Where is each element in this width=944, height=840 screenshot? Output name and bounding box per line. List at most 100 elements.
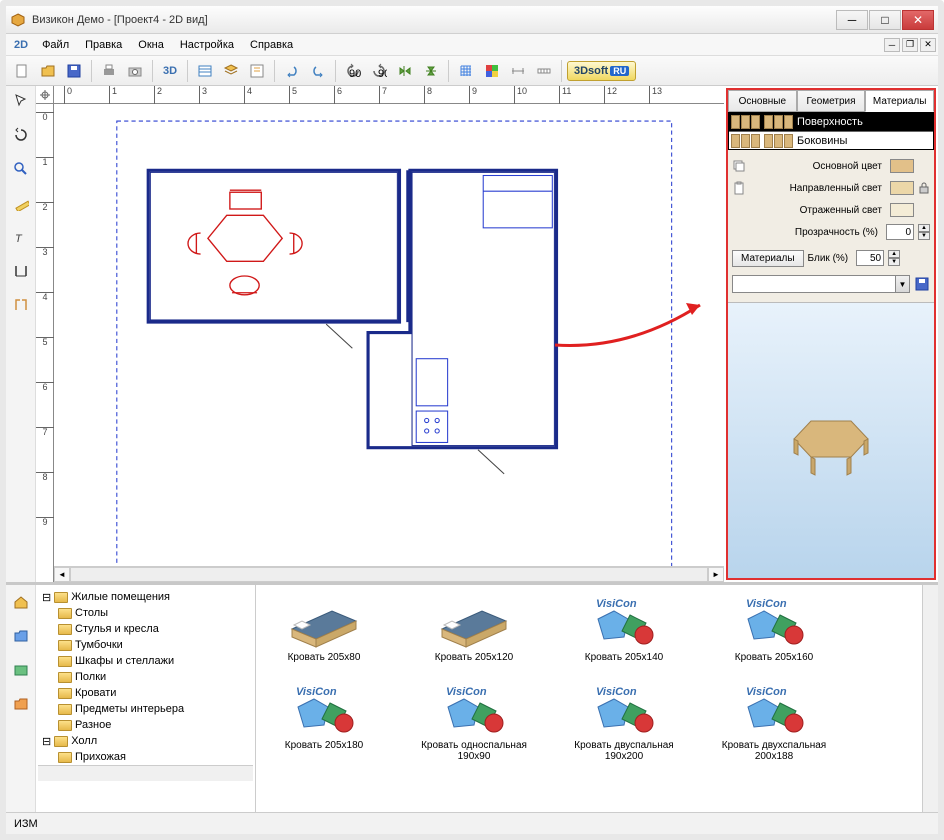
save-material-button[interactable] bbox=[914, 276, 930, 292]
drawing-canvas[interactable] bbox=[54, 104, 724, 582]
props-button[interactable] bbox=[245, 59, 269, 83]
svg-text:VisiCon: VisiCon bbox=[296, 686, 337, 698]
copy-icon[interactable] bbox=[732, 159, 746, 173]
ruler-vertical[interactable]: 0 1 2 3 4 5 6 7 8 9 bbox=[36, 104, 54, 582]
tab-main[interactable]: Основные bbox=[728, 90, 797, 112]
library-item[interactable]: Кровать 205x80 bbox=[264, 593, 384, 663]
dim-button[interactable] bbox=[506, 59, 530, 83]
material-combo[interactable]: ▼ bbox=[732, 275, 910, 293]
library-item[interactable]: VisiConКровать 205x180 bbox=[264, 681, 384, 762]
svg-text:VisiCon: VisiCon bbox=[746, 598, 787, 610]
paste-icon[interactable] bbox=[732, 181, 746, 195]
zoom-tool[interactable] bbox=[10, 158, 32, 180]
scrollbar-horizontal[interactable] bbox=[70, 567, 708, 582]
glare-input[interactable] bbox=[856, 250, 884, 266]
close-button[interactable]: ✕ bbox=[902, 10, 934, 30]
wall-tool[interactable] bbox=[10, 260, 32, 282]
dir-light-label: Направленный свет bbox=[750, 183, 886, 194]
ruler-origin-button[interactable] bbox=[36, 86, 54, 104]
measure-button[interactable] bbox=[532, 59, 556, 83]
library-item[interactable]: Кровать 205x120 bbox=[414, 593, 534, 663]
menu-windows[interactable]: Окна bbox=[130, 37, 172, 53]
tree-item[interactable]: Шкафы и стеллажи bbox=[38, 653, 253, 669]
menu-file[interactable]: Файл bbox=[34, 37, 77, 53]
tree-root[interactable]: ⊟ Жилые помещения bbox=[38, 589, 253, 605]
library-scrollbar[interactable] bbox=[922, 585, 938, 812]
tab-materials[interactable]: Материалы bbox=[865, 90, 934, 112]
library-item[interactable]: VisiConКровать односпальная 190x90 bbox=[414, 681, 534, 762]
tree-item[interactable]: Столы bbox=[38, 605, 253, 621]
refl-light-swatch[interactable] bbox=[890, 203, 914, 217]
menu-settings[interactable]: Настройка bbox=[172, 37, 242, 53]
tree-item[interactable]: Разное bbox=[38, 717, 253, 733]
scroll-left-button[interactable]: ◄ bbox=[54, 567, 70, 582]
main-color-swatch[interactable] bbox=[890, 159, 914, 173]
select-tool[interactable] bbox=[10, 90, 32, 112]
layers-button[interactable] bbox=[219, 59, 243, 83]
tree-item[interactable]: Тумбочки bbox=[38, 637, 253, 653]
lock-icon[interactable] bbox=[918, 182, 930, 194]
transparency-input[interactable] bbox=[886, 224, 914, 240]
maximize-button[interactable]: □ bbox=[869, 10, 901, 30]
svg-text:90: 90 bbox=[349, 68, 361, 79]
mirror-v-button[interactable] bbox=[419, 59, 443, 83]
titlebar: Визикон Демо - [Проект4 - 2D вид] ─ □ ✕ bbox=[6, 6, 938, 34]
table-button[interactable] bbox=[193, 59, 217, 83]
lib-home-button[interactable] bbox=[10, 591, 32, 613]
ruler-tool[interactable] bbox=[10, 192, 32, 214]
menu-help[interactable]: Справка bbox=[242, 37, 301, 53]
rotate-cw-button[interactable]: 90 bbox=[367, 59, 391, 83]
status-mode: ИЗМ bbox=[14, 818, 38, 830]
scroll-right-button[interactable]: ► bbox=[708, 567, 724, 582]
mdi-close-button[interactable]: ✕ bbox=[920, 38, 936, 52]
tree-root2[interactable]: ⊟ Холл bbox=[38, 733, 253, 749]
materials-button[interactable]: Материалы bbox=[732, 250, 804, 267]
tree-item[interactable]: Полки bbox=[38, 669, 253, 685]
library-item[interactable]: VisiConКровать 205x160 bbox=[714, 593, 834, 663]
color-button[interactable] bbox=[480, 59, 504, 83]
tree-item[interactable]: Предметы интерьера bbox=[38, 701, 253, 717]
dir-light-swatch[interactable] bbox=[890, 181, 914, 195]
3d-view-button[interactable]: 3D bbox=[158, 59, 182, 83]
library-item[interactable]: VisiConКровать двухспальная 200x188 bbox=[714, 681, 834, 762]
surface-item-sides[interactable]: Боковины bbox=[729, 131, 933, 149]
mirror-h-button[interactable] bbox=[393, 59, 417, 83]
camera-button[interactable] bbox=[123, 59, 147, 83]
mdi-minimize-button[interactable]: ─ bbox=[884, 38, 900, 52]
undo-button[interactable] bbox=[280, 59, 304, 83]
save-button[interactable] bbox=[62, 59, 86, 83]
print-button[interactable] bbox=[97, 59, 121, 83]
tree-item[interactable]: Кровати bbox=[38, 685, 253, 701]
text-tool[interactable]: T bbox=[10, 226, 32, 248]
lib-green-button[interactable] bbox=[10, 659, 32, 681]
grid-button[interactable] bbox=[454, 59, 478, 83]
open-button[interactable] bbox=[36, 59, 60, 83]
door-tool[interactable] bbox=[10, 294, 32, 316]
glare-spinner[interactable]: ▲▼ bbox=[888, 250, 900, 266]
mdi-restore-button[interactable]: ❐ bbox=[902, 38, 918, 52]
library-item[interactable]: VisiConКровать 205x140 bbox=[564, 593, 684, 663]
library-item[interactable]: VisiConКровать двуспальная 190x200 bbox=[564, 681, 684, 762]
svg-text:VisiCon: VisiCon bbox=[596, 686, 637, 698]
material-preview bbox=[728, 302, 934, 578]
ruler-horizontal[interactable]: 0 1 2 3 4 5 6 7 8 9 10 11 12 13 bbox=[54, 86, 724, 104]
svg-text:90: 90 bbox=[378, 68, 387, 79]
lib-orange-button[interactable] bbox=[10, 693, 32, 715]
tree-item[interactable]: Прихожая bbox=[38, 749, 253, 765]
transparency-spinner[interactable]: ▲▼ bbox=[918, 224, 930, 240]
surface-item-top[interactable]: Поверхность bbox=[729, 113, 933, 131]
main-color-label: Основной цвет bbox=[750, 161, 886, 172]
new-button[interactable] bbox=[10, 59, 34, 83]
svg-text:T: T bbox=[15, 233, 23, 245]
tab-geometry[interactable]: Геометрия bbox=[797, 90, 866, 112]
lib-folder-button[interactable] bbox=[10, 625, 32, 647]
redo-button[interactable] bbox=[306, 59, 330, 83]
logo-3dsoft[interactable]: 3DsoftRU bbox=[567, 61, 636, 81]
tree-item[interactable]: Стулья и кресла bbox=[38, 621, 253, 637]
minimize-button[interactable]: ─ bbox=[836, 10, 868, 30]
rotate-tool[interactable] bbox=[10, 124, 32, 146]
surface-list: Поверхность Боковины bbox=[728, 112, 934, 150]
rotate-ccw-button[interactable]: 90 bbox=[341, 59, 365, 83]
library-tree[interactable]: ⊟ Жилые помещения Столы Стулья и кресла … bbox=[36, 585, 256, 812]
menu-edit[interactable]: Правка bbox=[77, 37, 130, 53]
